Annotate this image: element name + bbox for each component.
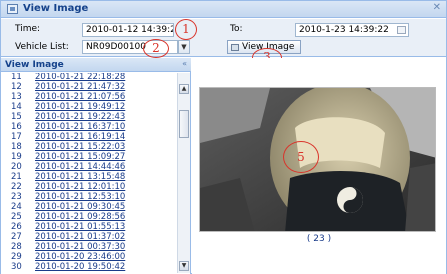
scroll-thumb[interactable]	[179, 110, 189, 138]
list-item-timestamp-link[interactable]: 2010-01-21 00:37:30	[35, 243, 125, 252]
vehicle-list-label: Vehicle List:	[15, 42, 69, 52]
scroll-up-icon[interactable]: ▲	[179, 84, 189, 94]
list-item-index: 13	[11, 92, 22, 102]
annotation-5: 5	[283, 141, 319, 173]
list-item-timestamp-link[interactable]: 2010-01-21 13:15:48	[35, 173, 125, 182]
list-item[interactable]: 13 2010-01-21 21:07:56	[1, 93, 177, 102]
list-item-timestamp-link[interactable]: 2010-01-21 19:22:43	[35, 113, 125, 122]
time-from-field[interactable]: 2010-01-12 14:39:22	[82, 23, 174, 37]
list-item-timestamp-link[interactable]: 2010-01-21 09:28:56	[35, 213, 125, 222]
window-app-icon	[7, 4, 18, 14]
list-item-timestamp-link[interactable]: 2010-01-21 19:49:12	[35, 103, 125, 112]
list-item[interactable]: 24 2010-01-21 09:30:45	[1, 203, 177, 212]
list-item[interactable]: 11 2010-01-21 22:18:28	[1, 73, 177, 82]
list-item[interactable]: 30 2010-01-20 19:50:42	[1, 263, 177, 272]
list-scrollbar[interactable]: ▲ ▼	[177, 73, 190, 273]
list-item-timestamp-link[interactable]: 2010-01-21 09:30:45	[35, 203, 125, 212]
list-item-index: 26	[11, 222, 22, 232]
list-item[interactable]: 23 2010-01-21 12:53:10	[1, 193, 177, 202]
time-to-field[interactable]: 2010-1-23 14:39:22	[295, 23, 409, 37]
image-preview-panel: ( 23 )	[192, 58, 446, 274]
list-item-timestamp-link[interactable]: 2010-01-21 14:44:46	[35, 163, 125, 172]
image-list-panel: View Image « 11 2010-01-21 22:18:28 12 2010…	[1, 58, 191, 274]
image-icon	[231, 44, 239, 51]
list-item-index: 19	[11, 152, 22, 162]
list-item[interactable]: 20 2010-01-21 14:44:46	[1, 163, 177, 172]
image-list-header: View Image «	[1, 58, 191, 72]
image-timestamp-list: 11 2010-01-21 22:18:28 12 2010-01-21 21:47:…	[1, 73, 177, 273]
list-item-index: 30	[11, 262, 22, 272]
list-item[interactable]: 17 2010-01-21 16:19:14	[1, 133, 177, 142]
list-item[interactable]: 26 2010-01-21 01:55:13	[1, 223, 177, 232]
list-item-timestamp-link[interactable]: 2010-01-21 22:18:28	[35, 73, 125, 82]
list-item-index: 18	[11, 142, 22, 152]
scroll-down-icon[interactable]: ▼	[179, 261, 189, 271]
view-image-window: View Image ✕ Time: 2010-01-12 14:39:22 T…	[0, 0, 447, 274]
list-item-index: 23	[11, 192, 22, 202]
list-item[interactable]: 21 2010-01-21 13:15:48	[1, 173, 177, 182]
list-item[interactable]: 12 2010-01-21 21:47:32	[1, 83, 177, 92]
list-item[interactable]: 15 2010-01-21 19:22:43	[1, 113, 177, 122]
close-icon[interactable]: ✕	[433, 2, 441, 13]
time-to-value: 2010-1-23 14:39:22	[299, 25, 389, 35]
list-item[interactable]: 22 2010-01-21 12:01:10	[1, 183, 177, 192]
image-index-caption: ( 23 )	[306, 234, 332, 244]
list-item[interactable]: 28 2010-01-21 00:37:30	[1, 243, 177, 252]
list-item-index: 28	[11, 242, 22, 252]
list-item-index: 27	[11, 232, 22, 242]
list-item[interactable]: 25 2010-01-21 09:28:56	[1, 213, 177, 222]
window-title: View Image	[23, 3, 89, 14]
annotation-1: 1	[175, 19, 197, 40]
list-item-index: 14	[11, 102, 22, 112]
time-label: Time:	[15, 24, 41, 34]
window-titlebar: View Image ✕	[1, 1, 446, 18]
list-item-timestamp-link[interactable]: 2010-01-21 12:53:10	[35, 193, 125, 202]
list-item-timestamp-link[interactable]: 2010-01-20 19:50:42	[35, 263, 125, 272]
calendar-icon[interactable]	[397, 26, 406, 34]
collapse-icon[interactable]: «	[182, 59, 187, 68]
to-label: To:	[230, 24, 243, 34]
list-item[interactable]: 29 2010-01-20 23:46:00	[1, 253, 177, 262]
list-item-index: 22	[11, 182, 22, 192]
list-item-index: 29	[11, 252, 22, 262]
list-item-index: 25	[11, 212, 22, 222]
list-item-index: 11	[11, 73, 22, 82]
list-item-timestamp-link[interactable]: 2010-01-21 21:47:32	[35, 83, 125, 92]
list-item-timestamp-link[interactable]: 2010-01-21 12:01:10	[35, 183, 125, 192]
list-item-index: 24	[11, 202, 22, 212]
list-item[interactable]: 19 2010-01-21 15:09:27	[1, 153, 177, 162]
search-form: Time: 2010-01-12 14:39:22 To: 2010-1-23 …	[1, 19, 446, 57]
list-item[interactable]: 18 2010-01-21 15:22:03	[1, 143, 177, 152]
list-item-timestamp-link[interactable]: 2010-01-21 15:22:03	[35, 143, 125, 152]
list-item-timestamp-link[interactable]: 2010-01-21 15:09:27	[35, 153, 125, 162]
list-item-index: 16	[11, 122, 22, 132]
image-list-title: View Image	[5, 60, 64, 70]
list-item-index: 21	[11, 172, 22, 182]
list-item-timestamp-link[interactable]: 2010-01-21 01:55:13	[35, 223, 125, 232]
list-item-timestamp-link[interactable]: 2010-01-21 21:07:56	[35, 93, 125, 102]
list-item[interactable]: 27 2010-01-21 01:37:02	[1, 233, 177, 242]
list-item-timestamp-link[interactable]: 2010-01-21 01:37:02	[35, 233, 125, 242]
annotation-2: 2	[143, 39, 169, 58]
list-item-index: 17	[11, 132, 22, 142]
list-item[interactable]: 16 2010-01-21 16:37:10	[1, 123, 177, 132]
list-item[interactable]: 14 2010-01-21 19:49:12	[1, 103, 177, 112]
list-item-timestamp-link[interactable]: 2010-01-21 16:19:14	[35, 133, 125, 142]
chevron-down-icon[interactable]: ▼	[178, 40, 190, 54]
list-item-index: 20	[11, 162, 22, 172]
list-item-timestamp-link[interactable]: 2010-01-21 16:37:10	[35, 123, 125, 132]
list-item-index: 15	[11, 112, 22, 122]
list-item-timestamp-link[interactable]: 2010-01-20 23:46:00	[35, 253, 125, 262]
list-item-index: 12	[11, 82, 22, 92]
